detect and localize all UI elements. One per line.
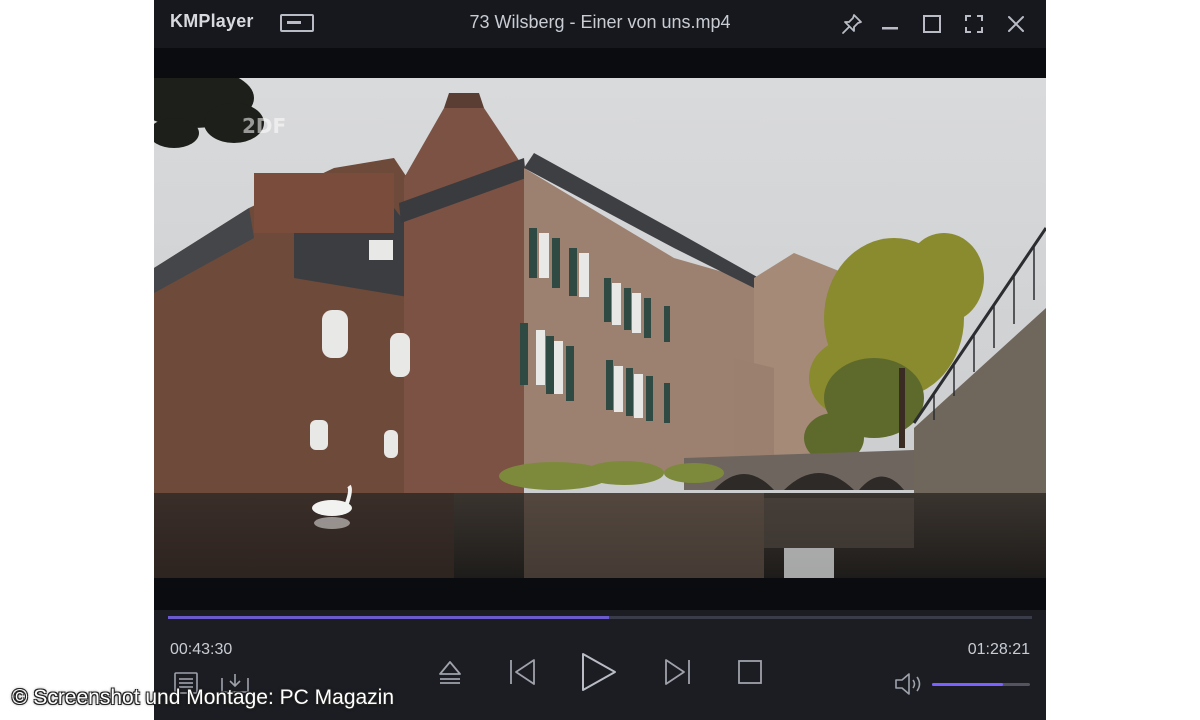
stop-icon[interactable] xyxy=(738,660,762,684)
volume-level xyxy=(932,683,1003,686)
window-title: 73 Wilsberg - Einer von uns.mp4 xyxy=(469,12,731,32)
kmplayer-window: KMPlayer 73 Wilsberg - Einer von uns.mp4 xyxy=(154,0,1046,720)
fullscreen-icon[interactable] xyxy=(962,12,986,36)
app-logo: KMPlayer xyxy=(170,11,254,31)
elapsed-time: 00:43:30 xyxy=(170,641,233,658)
video-frame[interactable]: 2DF xyxy=(154,78,1046,578)
volume-icon[interactable] xyxy=(894,672,926,696)
total-duration: 01:28:21 xyxy=(967,641,1030,658)
video-letterbox-top xyxy=(154,48,1046,78)
mini-mode-icon[interactable] xyxy=(280,14,314,32)
pin-icon[interactable] xyxy=(840,12,864,36)
video-letterbox-bottom xyxy=(154,578,1046,610)
minimize-icon[interactable] xyxy=(878,12,902,36)
screenshot: KMPlayer 73 Wilsberg - Einer von uns.mp4 xyxy=(0,0,1200,720)
channel-logo: 2DF xyxy=(242,114,286,138)
title-bar[interactable]: KMPlayer 73 Wilsberg - Einer von uns.mp4 xyxy=(154,0,1046,48)
play-icon[interactable] xyxy=(580,652,618,692)
close-icon[interactable] xyxy=(1004,12,1028,36)
previous-icon[interactable] xyxy=(508,658,536,686)
next-icon[interactable] xyxy=(664,658,692,686)
image-credit: © Screenshot und Montage: PC Magazin xyxy=(12,686,395,709)
seek-bar-progress xyxy=(168,616,609,619)
volume-slider[interactable] xyxy=(932,683,1030,686)
maximize-icon[interactable] xyxy=(920,12,944,36)
seek-bar[interactable] xyxy=(168,616,1032,619)
eject-icon[interactable] xyxy=(438,658,462,686)
video-scene: 2DF xyxy=(154,78,1046,578)
